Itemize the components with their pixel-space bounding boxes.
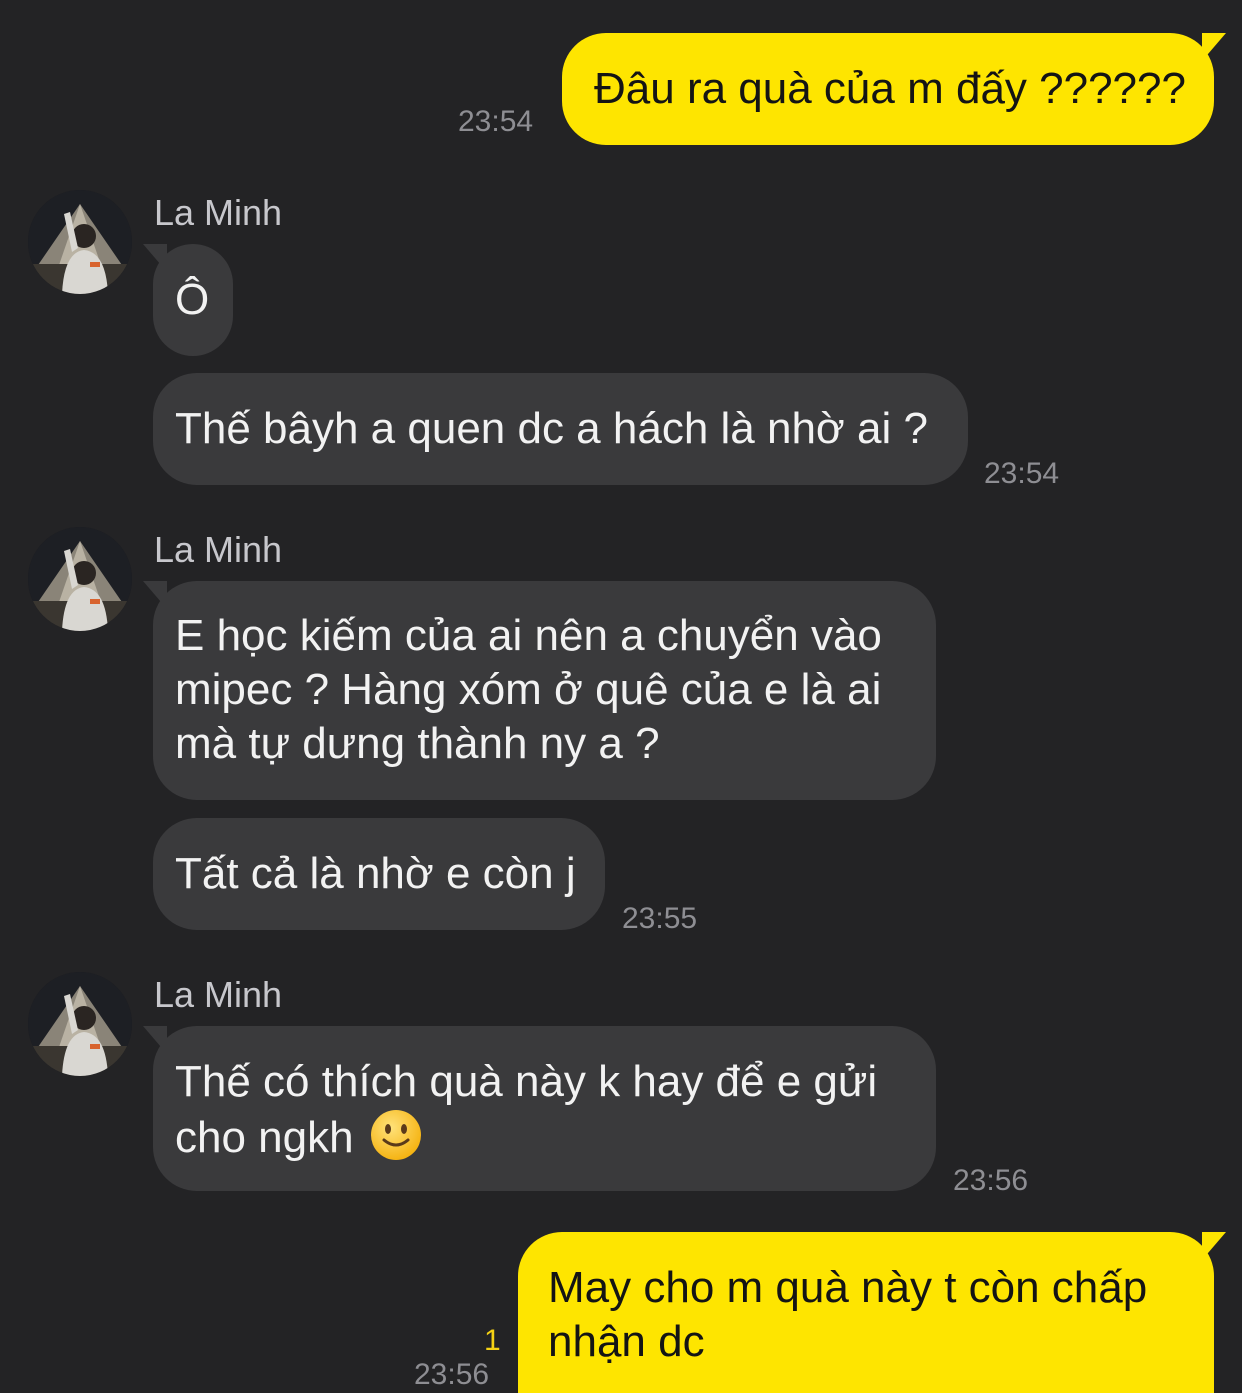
contact-avatar[interactable]: [28, 972, 132, 1076]
outgoing-message-bubble[interactable]: Đâu ra quà của m đấy ??????: [562, 33, 1226, 145]
message-text-line: May cho m quà này t còn chấp: [548, 1263, 1148, 1312]
message-text: Tất cả là nhờ e còn j: [175, 849, 576, 898]
outgoing-message-bubble[interactable]: May cho m quà này t còn chấp nhận dc: [518, 1232, 1226, 1393]
incoming-message-bubble[interactable]: Tất cả là nhờ e còn j: [153, 818, 605, 930]
sender-name: La Minh: [154, 192, 283, 233]
sender-name: La Minh: [154, 529, 283, 570]
slightly-smiling-face-icon: [370, 1110, 421, 1160]
message-text: Thế bâyh a quen dc a hách là nhờ ai ?: [175, 404, 928, 453]
message-text: Đâu ra quà của m đấy ??????: [594, 64, 1186, 113]
chat-thread: 23:54 Đâu ra quà của m đấy ?????? La Min…: [0, 0, 1242, 1393]
incoming-message-bubble[interactable]: Thế bâyh a quen dc a hách là nhờ ai ?: [153, 373, 968, 485]
incoming-message-bubble[interactable]: E học kiếm của ai nên a chuyển vào mipec…: [143, 581, 936, 800]
message-text-line: mipec ? Hàng xóm ở quê của e là ai: [175, 665, 882, 714]
incoming-message-bubble[interactable]: Thế có thích quà này k hay để e gửi cho …: [143, 1026, 936, 1191]
message-timestamp: 23:56: [953, 1164, 1029, 1197]
message-text-line: nhận dc: [548, 1317, 705, 1366]
message-timestamp: 23:54: [458, 105, 534, 138]
message-text-line: cho ngkh: [175, 1113, 354, 1162]
message-text-line: mà tự dưng thành ny a ?: [175, 719, 660, 768]
message-text: Ô: [175, 275, 210, 324]
contact-avatar[interactable]: [28, 190, 132, 294]
sender-name: La Minh: [154, 974, 283, 1015]
unread-count: 1: [484, 1324, 501, 1357]
contact-avatar[interactable]: [28, 527, 132, 631]
message-text-line: E học kiếm của ai nên a chuyển vào: [175, 611, 882, 660]
message-timestamp: 23:56: [414, 1358, 490, 1391]
message-text-line: Thế có thích quà này k hay để e gửi: [175, 1057, 878, 1106]
message-timestamp: 23:55: [622, 902, 698, 935]
message-timestamp: 23:54: [984, 457, 1060, 490]
incoming-message-bubble[interactable]: Ô: [143, 244, 233, 356]
